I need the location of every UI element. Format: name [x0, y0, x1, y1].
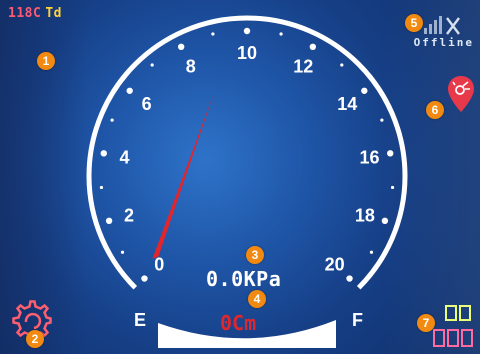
minor-tick-dot [99, 185, 104, 190]
scale-label: 20 [325, 255, 345, 275]
temperature-alert-icon[interactable] [446, 74, 476, 114]
scale-label: 10 [237, 43, 257, 63]
marker-1: 1 [37, 52, 55, 70]
gauge-scale-labels: 0 2 4 6 8 10 12 14 16 18 20 [120, 43, 380, 275]
gauge-major-dots [100, 27, 394, 282]
minor-tick-dot [390, 185, 395, 190]
scale-label: 2 [124, 205, 134, 225]
major-tick-dot [387, 150, 394, 157]
minor-tick-dot [340, 63, 344, 67]
full-label: F [352, 310, 363, 330]
gauge-minor-ticks [99, 32, 395, 254]
marker-7: 7 [417, 314, 435, 332]
gauge-needle [152, 93, 214, 259]
pressure-readout: 0.0KPa [206, 267, 282, 291]
major-tick-dot [100, 150, 107, 157]
dashboard-screen: 118C Td Offline 0 2 4 6 8 10 12 14 16 18 20 E F 0.0… [0, 0, 480, 354]
major-tick-dot [126, 87, 133, 94]
major-tick-dot [346, 275, 353, 282]
scale-label: 0 [154, 255, 164, 275]
scale-label: 14 [337, 94, 357, 114]
minor-tick-dot [380, 118, 384, 122]
segment-indicators-icon [433, 305, 473, 347]
major-tick-dot [309, 43, 317, 51]
marker-5: 5 [405, 14, 423, 32]
marker-2: 2 [26, 330, 44, 348]
minor-tick-dot [211, 32, 215, 36]
scale-label: 18 [355, 205, 375, 225]
scale-label: 12 [293, 57, 313, 77]
minor-tick-dot [150, 63, 154, 67]
major-tick-dot [141, 275, 148, 282]
scale-label: 8 [186, 57, 196, 77]
minor-tick-dot [279, 32, 283, 36]
major-tick-dot [105, 217, 113, 225]
major-tick-dot [243, 27, 251, 35]
minor-tick-dot [369, 250, 374, 254]
scale-label: 4 [120, 148, 130, 168]
distance-readout: 0Cm [220, 311, 257, 335]
empty-label: E [134, 310, 146, 330]
major-tick-dot [177, 43, 185, 51]
marker-6: 6 [426, 101, 444, 119]
pressure-gauge: 0 2 4 6 8 10 12 14 16 18 20 E F [86, 15, 408, 348]
major-tick-dot [381, 217, 389, 225]
minor-tick-dot [120, 250, 125, 254]
scale-label: 6 [142, 94, 152, 114]
scale-label: 16 [359, 148, 379, 168]
major-tick-dot [361, 87, 368, 94]
minor-tick-dot [110, 118, 114, 122]
marker-3: 3 [246, 246, 264, 264]
marker-4: 4 [248, 290, 266, 308]
